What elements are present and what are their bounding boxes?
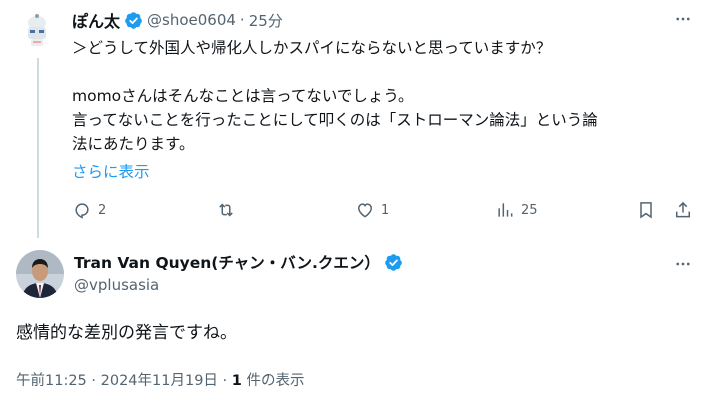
bookmark-icon: [640, 202, 652, 219]
main-author-name[interactable]: Tran Van Quyen(チャン・バン.クエン）: [74, 251, 380, 273]
reply-avatar[interactable]: [17, 10, 57, 50]
repost-button[interactable]: [216, 198, 242, 222]
verified-badge-icon: [125, 11, 142, 29]
main-post: Tran Van Quyen(チャン・バン.クエン） @vplusasia 感情…: [0, 238, 714, 407]
main-post-text: 感情的な差別の発言ですね。: [16, 323, 237, 343]
share-button[interactable]: [673, 198, 693, 222]
more-icon[interactable]: [672, 9, 694, 29]
show-more-link[interactable]: さらに表示: [72, 160, 150, 182]
main-handle[interactable]: @vplusasia: [74, 276, 159, 294]
main-header: Tran Van Quyen(チャン・バン.クエン）: [74, 251, 403, 273]
like-icon: [357, 203, 373, 218]
thread-line: [37, 58, 39, 238]
reply-button[interactable]: 2: [72, 198, 106, 222]
reply-text-line: ＞どうして外国人や帰化人しかスパイにならないと思っていますか？: [72, 39, 552, 57]
reply-text-line: 言ってないことを行ったことにして叩くのは「ストローマン論法」という論: [72, 111, 598, 129]
share-icon: [676, 201, 690, 218]
views-button[interactable]: 25: [495, 198, 538, 222]
reply-text-line: [72, 60, 697, 84]
views-count: 25: [521, 202, 538, 218]
post-timestamp[interactable]: 午前11:25 · 2024年11月19日 ·: [16, 373, 232, 389]
reply-icon: [75, 203, 89, 219]
post-metadata: 午前11:25 · 2024年11月19日 · 1 件の表示: [16, 369, 304, 390]
reply-time[interactable]: 25分: [249, 10, 283, 31]
separator-dot: ·: [239, 11, 245, 29]
view-count: 1: [231, 373, 242, 389]
reply-author-name[interactable]: ぽん太: [72, 8, 120, 32]
reply-handle[interactable]: @shoe0604: [147, 11, 236, 29]
main-avatar[interactable]: [16, 250, 64, 298]
verified-badge-icon: [385, 253, 402, 271]
reply-text-line: 法にあたります。: [72, 135, 195, 153]
more-icon[interactable]: [672, 254, 694, 274]
reply-text: ＞どうして外国人や帰化人しかスパイにならないと思っていますか？ momoさんはそ…: [72, 36, 697, 156]
views-icon: [498, 203, 513, 217]
reply-tweet[interactable]: ぽん太 @shoe0604 · 25分 ＞どうして外国人や帰化人しかスパイになら…: [0, 0, 714, 238]
reply-action-bar: 2 1 25: [72, 198, 700, 222]
like-button[interactable]: 1: [355, 198, 389, 222]
reply-header: ぽん太 @shoe0604 · 25分: [72, 9, 283, 31]
bookmark-button[interactable]: [636, 198, 656, 222]
like-count: 1: [381, 202, 390, 218]
repost-icon: [219, 203, 233, 217]
reply-count: 2: [98, 202, 107, 218]
view-label: 件の表示: [241, 373, 305, 389]
reply-text-line: momoさんはそんなことは言ってないでしょう。: [72, 87, 414, 105]
